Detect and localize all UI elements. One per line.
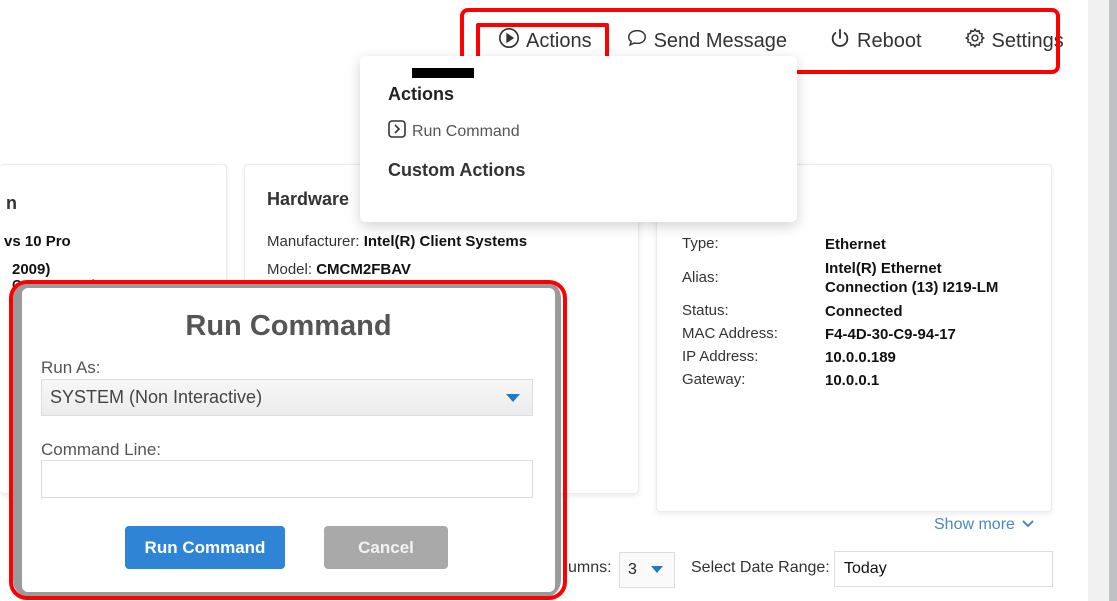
caret-down-icon <box>506 387 520 408</box>
reboot-button[interactable]: Reboot <box>819 21 932 61</box>
gear-icon <box>964 27 986 55</box>
os-version: 2009) <box>12 261 51 278</box>
columns-select[interactable]: 3 <box>619 552 675 588</box>
manufacturer-field: Manufacturer: Intel(R) Client Systems <box>267 233 528 250</box>
show-more-link[interactable]: Show more <box>934 516 1035 534</box>
run-command-menu-item[interactable]: Run Command <box>388 120 520 143</box>
date-range-label: Select Date Range: <box>691 559 830 576</box>
type-value: Ethernet <box>825 236 886 253</box>
send-message-label: Send Message <box>653 29 788 52</box>
chevron-right-square-icon <box>388 120 406 143</box>
run-command-menu-label: Run Command <box>412 122 520 140</box>
ip-address-label: IP Address: <box>682 348 759 365</box>
run-command-button[interactable]: Run Command <box>125 526 285 569</box>
gateway-value: 10.0.0.1 <box>825 372 880 389</box>
os-name: vs 10 Pro <box>4 233 71 250</box>
mac-address-label: MAC Address: <box>682 325 778 342</box>
settings-button[interactable]: Settings <box>954 21 1074 61</box>
dropdown-pointer <box>412 68 474 78</box>
model-field: Model: CMCM2FBAV <box>267 261 411 278</box>
custom-actions-heading[interactable]: Custom Actions <box>388 160 525 181</box>
gateway-label: Gateway: <box>682 371 746 388</box>
actions-dropdown-menu: Actions Run Command Custom Actions <box>360 56 797 222</box>
command-line-label: Command Line: <box>41 440 162 459</box>
type-label: Type: <box>682 235 719 252</box>
hardware-card-title: Hardware <box>267 189 350 209</box>
actions-label: Actions <box>526 29 592 52</box>
os-card-title: n <box>6 193 17 213</box>
columns-value: 3 <box>628 561 637 578</box>
caret-down-icon <box>650 561 663 579</box>
date-range-input[interactable]: Today <box>834 551 1053 587</box>
status-value: Connected <box>825 303 903 320</box>
play-circle-icon <box>498 27 520 55</box>
show-more-label: Show more <box>934 516 1015 533</box>
dialog-title: Run Command <box>185 310 392 342</box>
chevron-down-icon <box>1021 516 1035 534</box>
send-message-button[interactable]: Send Message <box>616 21 797 61</box>
mac-address-value: F4-4D-30-C9-94-17 <box>825 326 956 343</box>
columns-label: umns: <box>568 559 612 576</box>
reboot-label: Reboot <box>857 29 922 52</box>
chat-bubble-icon <box>626 27 648 55</box>
power-icon <box>829 27 851 55</box>
run-as-value: SYSTEM (Non Interactive) <box>50 387 263 407</box>
cancel-button[interactable]: Cancel <box>324 526 448 569</box>
alias-value: Intel(R) Ethernet Connection (13) I219-L… <box>825 260 999 296</box>
run-command-dialog: Run Command Run As: SYSTEM (Non Interact… <box>22 288 555 592</box>
alias-label: Alias: <box>682 269 719 286</box>
run-as-label: Run As: <box>41 358 101 377</box>
status-label: Status: <box>682 302 729 319</box>
actions-menu-heading: Actions <box>388 84 455 104</box>
actions-button[interactable]: Actions <box>488 21 602 61</box>
run-as-select[interactable]: SYSTEM (Non Interactive) <box>41 379 533 416</box>
scrollbar[interactable] <box>1109 0 1117 601</box>
settings-label: Settings <box>991 29 1064 52</box>
command-line-input[interactable] <box>41 460 533 498</box>
ip-address-value: 10.0.0.189 <box>825 349 896 366</box>
